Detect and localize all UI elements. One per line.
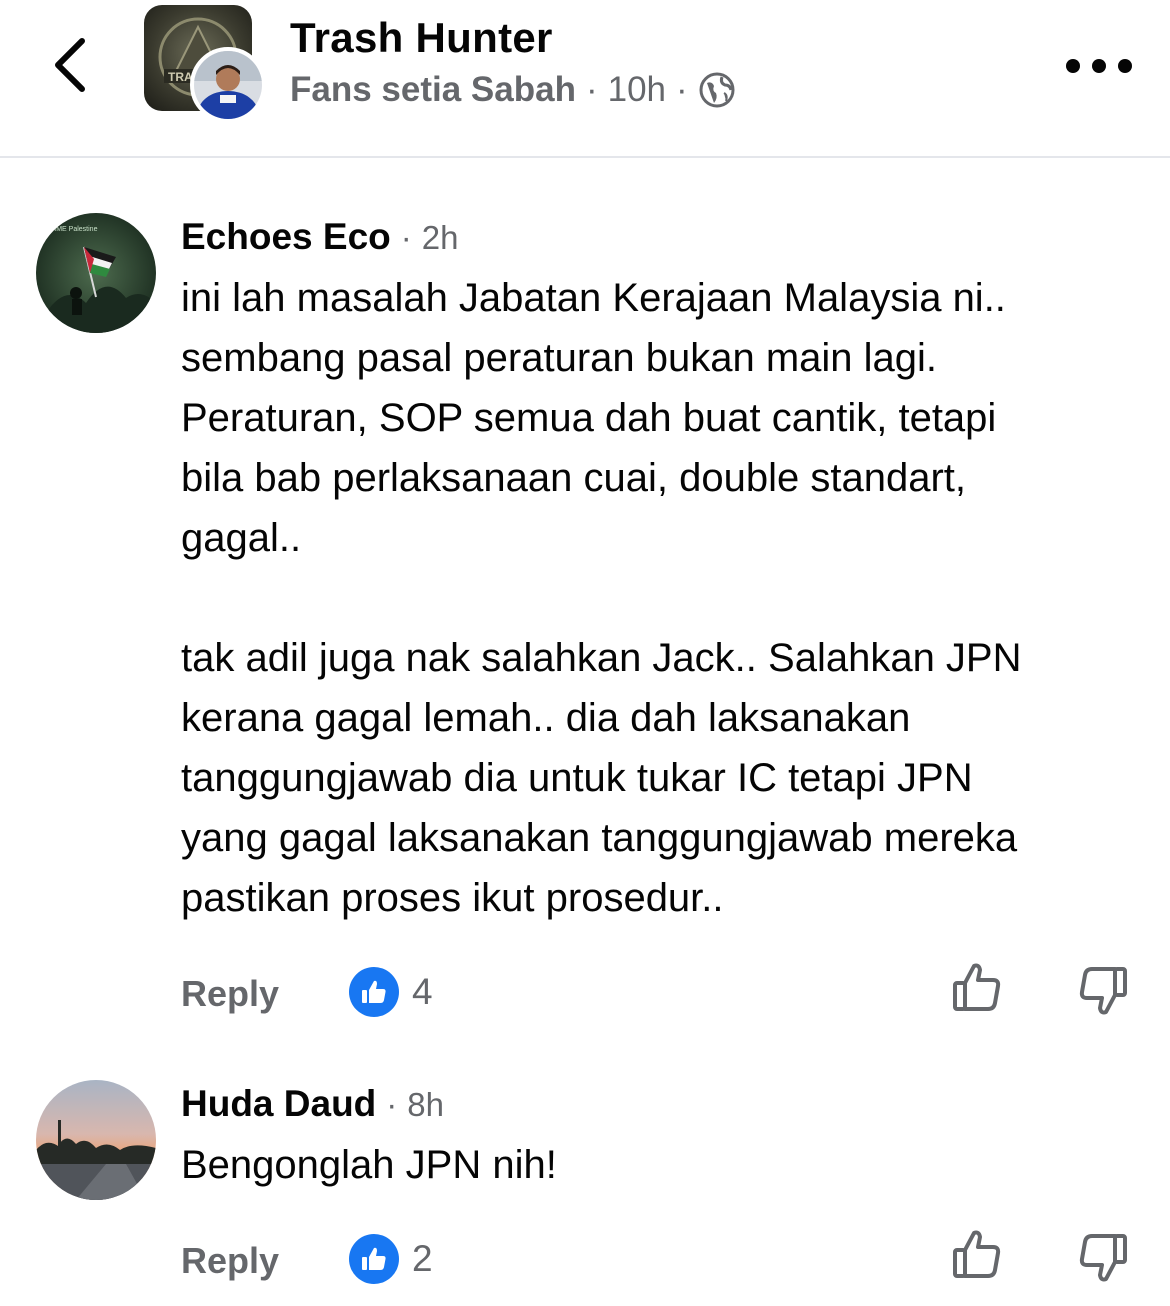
back-button[interactable]	[40, 30, 100, 100]
more-horizontal-icon	[1066, 59, 1080, 73]
post-meta: Fans setia Sabah · 10h ·	[290, 70, 736, 110]
reaction-count[interactable]: 4	[412, 971, 433, 1013]
svg-text:TIME Palestine: TIME Palestine	[50, 226, 98, 233]
meta-separator: ·	[676, 70, 688, 109]
reply-button[interactable]: Reply	[181, 1240, 279, 1282]
more-horizontal-icon	[1092, 59, 1106, 73]
comment-actions: Reply 2	[181, 1230, 1141, 1290]
comment-actions: Reply 4	[181, 963, 1141, 1023]
post-time[interactable]: 10h	[608, 70, 666, 110]
comment-author[interactable]: Echoes Eco	[181, 216, 391, 258]
reaction-count[interactable]: 2	[412, 1238, 433, 1280]
comment-text: ini lah masalah Jabatan Kerajaan Malaysi…	[181, 276, 1022, 920]
comment-text: Bengonglah JPN nih!	[181, 1143, 557, 1187]
commenter-avatar[interactable]	[36, 1080, 156, 1200]
meta-separator: ·	[585, 70, 598, 109]
comment-header: Huda Daud · 8h	[181, 1083, 444, 1125]
thumbs-down-icon[interactable]	[1073, 1230, 1129, 1286]
more-horizontal-icon	[1118, 59, 1132, 73]
comment-time[interactable]: 2h	[422, 219, 459, 257]
like-reaction-icon[interactable]	[349, 1234, 399, 1284]
thumbs-up-icon[interactable]	[951, 959, 1007, 1015]
globe-icon	[698, 71, 736, 109]
more-options-button[interactable]	[1066, 46, 1132, 86]
reply-button[interactable]: Reply	[181, 973, 279, 1015]
comment-time[interactable]: 8h	[407, 1086, 444, 1124]
chevron-left-icon	[55, 38, 85, 92]
thumbs-up-icon[interactable]	[951, 1226, 1007, 1282]
comment-separator: ·	[400, 219, 412, 256]
commenter-avatar[interactable]: TIME Palestine	[36, 213, 156, 333]
thumbs-down-icon[interactable]	[1073, 963, 1129, 1019]
post-header: TRAS Trash Hunter Fans setia Sabah · 10h…	[0, 0, 1170, 158]
comment-author[interactable]: Huda Daud	[181, 1083, 376, 1125]
page-title[interactable]: Trash Hunter	[290, 14, 553, 62]
group-name[interactable]: Fans setia Sabah	[290, 70, 576, 110]
comment-header: Echoes Eco · 2h	[181, 216, 458, 258]
like-reaction-icon[interactable]	[349, 967, 399, 1017]
author-avatar[interactable]	[190, 47, 266, 123]
comment-separator: ·	[386, 1086, 398, 1123]
